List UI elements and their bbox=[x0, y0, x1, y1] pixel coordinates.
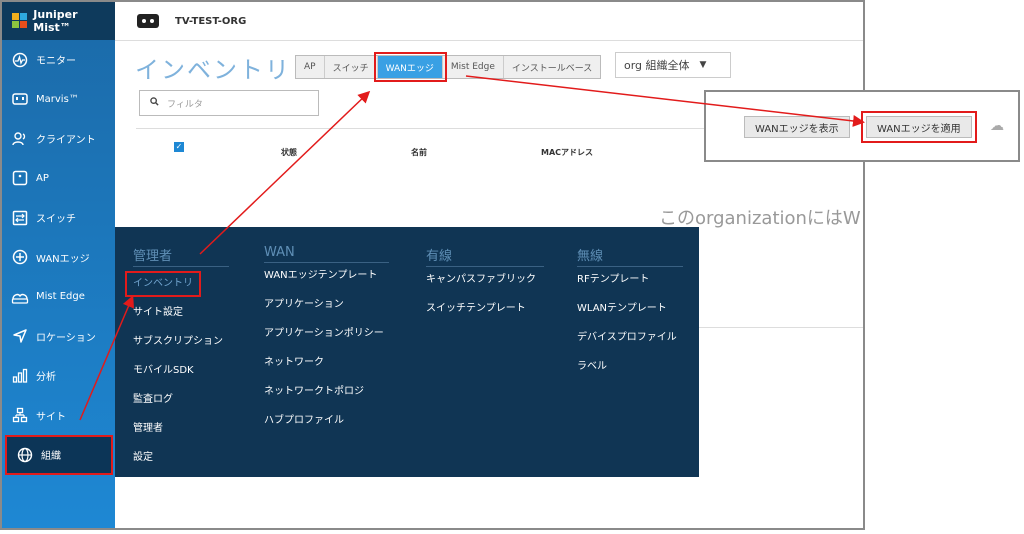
menu-item-inventory[interactable]: インベントリ bbox=[125, 271, 201, 297]
sidebar-item-mist-edge[interactable]: Mist Edge bbox=[2, 277, 115, 317]
menu-item-wlan-templates[interactable]: WLANテンプレート bbox=[577, 300, 683, 329]
menu-item-administrators[interactable]: 管理者 bbox=[133, 420, 229, 449]
column-name[interactable]: 名前 bbox=[411, 147, 427, 158]
logo-text: Juniper Mist™ bbox=[33, 8, 78, 34]
location-icon bbox=[11, 327, 29, 345]
select-all-checkbox[interactable]: ✓ bbox=[174, 142, 184, 152]
cloud-icon[interactable]: ☁ bbox=[990, 118, 1004, 134]
org-scope-select[interactable]: org 組織全体 ▼ bbox=[615, 52, 731, 78]
site-icon bbox=[11, 406, 29, 424]
menu-item-rf-templates[interactable]: RFテンプレート bbox=[577, 271, 683, 300]
org-icon[interactable] bbox=[137, 14, 159, 28]
menu-header-wireless: 無線 bbox=[577, 245, 683, 267]
menu-header-admin: 管理者 bbox=[133, 245, 229, 267]
menu-header-wan: WAN bbox=[264, 245, 389, 263]
menu-item-subscriptions[interactable]: サブスクリプション bbox=[133, 333, 229, 362]
sidebar-item-wan-edge[interactable]: WANエッジ bbox=[2, 238, 115, 278]
sidebar-item-label: ロケーション bbox=[36, 332, 96, 344]
sidebar-item-monitor[interactable]: モニター bbox=[2, 40, 115, 80]
app-window: Juniper Mist™ モニター Marvis™ クライアント AP スイッ… bbox=[0, 0, 865, 530]
sidebar-item-location[interactable]: ロケーション bbox=[2, 317, 115, 357]
tab-ap[interactable]: AP bbox=[296, 56, 325, 78]
globe-icon bbox=[16, 446, 34, 464]
monitor-icon bbox=[11, 51, 29, 69]
sidebar-item-label: AP bbox=[36, 172, 49, 184]
page-title: インベントリ bbox=[135, 56, 291, 84]
column-status[interactable]: 状態 bbox=[281, 147, 297, 158]
menu-item-networks[interactable]: ネットワーク bbox=[264, 354, 389, 383]
chevron-down-icon: ▼ bbox=[699, 60, 707, 70]
sidebar: Juniper Mist™ モニター Marvis™ クライアント AP スイッ… bbox=[2, 2, 115, 528]
sidebar-item-label: クライアント bbox=[36, 135, 96, 147]
menu-item-labels[interactable]: ラベル bbox=[577, 358, 683, 387]
switch-icon bbox=[11, 209, 29, 227]
organization-menu: 管理者 インベントリ サイト設定 サブスクリプション モバイルSDK 監査ログ … bbox=[115, 227, 699, 477]
menu-column-admin: 管理者 インベントリ サイト設定 サブスクリプション モバイルSDK 監査ログ … bbox=[125, 245, 229, 478]
sidebar-item-label: スイッチ bbox=[36, 214, 76, 226]
ap-icon bbox=[11, 169, 29, 187]
sidebar-item-analytics[interactable]: 分析 bbox=[2, 356, 115, 396]
org-name[interactable]: TV-TEST-ORG bbox=[175, 16, 246, 27]
org-scope-value: org 組織全体 bbox=[624, 59, 690, 72]
sidebar-item-marvis[interactable]: Marvis™ bbox=[2, 80, 115, 120]
menu-item-hub-profiles[interactable]: ハブプロファイル bbox=[264, 412, 389, 441]
sidebar-item-switch[interactable]: スイッチ bbox=[2, 198, 115, 238]
tab-switch[interactable]: スイッチ bbox=[325, 56, 378, 78]
filter-input[interactable]: フィルタ bbox=[139, 90, 319, 116]
menu-item-campus-fabric[interactable]: キャンパスファブリック bbox=[426, 271, 544, 300]
device-type-tabs: AP スイッチ WANエッジ Mist Edge インストールベース bbox=[295, 52, 602, 82]
top-bar: TV-TEST-ORG bbox=[115, 2, 863, 41]
sidebar-item-label: WANエッジ bbox=[36, 253, 90, 265]
sidebar-item-label: サイト bbox=[36, 411, 66, 423]
menu-column-wan: WAN WANエッジテンプレート アプリケーション アプリケーションポリシー ネ… bbox=[264, 245, 389, 441]
sidebar-item-label: 分析 bbox=[36, 372, 56, 384]
menu-item-wan-edge-templates[interactable]: WANエッジテンプレート bbox=[264, 267, 389, 296]
juniper-logo-icon bbox=[12, 13, 27, 29]
analytics-icon bbox=[11, 367, 29, 385]
menu-item-applications[interactable]: アプリケーション bbox=[264, 296, 389, 325]
menu-column-wireless: 無線 RFテンプレート WLANテンプレート デバイスプロファイル ラベル bbox=[577, 245, 683, 387]
mist-edge-icon bbox=[11, 288, 29, 306]
menu-header-wired: 有線 bbox=[426, 245, 544, 267]
sidebar-item-label: モニター bbox=[36, 56, 76, 68]
search-icon bbox=[150, 97, 159, 109]
sidebar-item-ap[interactable]: AP bbox=[2, 159, 115, 199]
zoom-callout: WANエッジを表示 WANエッジを適用 ☁ bbox=[704, 90, 1020, 162]
sidebar-item-label: Mist Edge bbox=[36, 291, 85, 303]
filter-placeholder: フィルタ bbox=[167, 99, 203, 110]
menu-item-site-settings[interactable]: サイト設定 bbox=[133, 304, 229, 333]
assign-wan-edge-button[interactable]: WANエッジを適用 bbox=[861, 111, 977, 143]
menu-item-audit-logs[interactable]: 監査ログ bbox=[133, 391, 229, 420]
tab-mist-edge[interactable]: Mist Edge bbox=[443, 56, 504, 78]
menu-item-switch-templates[interactable]: スイッチテンプレート bbox=[426, 300, 544, 329]
tab-wan-edge[interactable]: WANエッジ bbox=[373, 52, 447, 82]
marvis-icon bbox=[11, 90, 29, 108]
sidebar-item-label: 組織 bbox=[41, 451, 61, 463]
sidebar-item-label: Marvis™ bbox=[36, 93, 79, 105]
juniper-mist-logo[interactable]: Juniper Mist™ bbox=[2, 2, 115, 40]
menu-item-mobile-sdk[interactable]: モバイルSDK bbox=[133, 362, 229, 391]
menu-item-network-topology[interactable]: ネットワークトポロジ bbox=[264, 383, 389, 412]
wan-edge-icon bbox=[11, 248, 29, 266]
menu-item-device-profiles[interactable]: デバイスプロファイル bbox=[577, 329, 683, 358]
menu-item-application-policy[interactable]: アプリケーションポリシー bbox=[264, 325, 389, 354]
menu-item-settings[interactable]: 設定 bbox=[133, 449, 229, 478]
sidebar-item-organization[interactable]: 組織 bbox=[5, 435, 113, 475]
content-divider bbox=[698, 327, 863, 328]
clients-icon bbox=[11, 130, 29, 148]
view-wan-edge-button[interactable]: WANエッジを表示 bbox=[744, 116, 850, 138]
sidebar-item-clients[interactable]: クライアント bbox=[2, 119, 115, 159]
tab-installed-base[interactable]: インストールベース bbox=[504, 56, 600, 78]
menu-column-wired: 有線 キャンパスファブリック スイッチテンプレート bbox=[426, 245, 544, 329]
column-mac[interactable]: MACアドレス bbox=[541, 147, 593, 158]
sidebar-item-site[interactable]: サイト bbox=[2, 396, 115, 436]
